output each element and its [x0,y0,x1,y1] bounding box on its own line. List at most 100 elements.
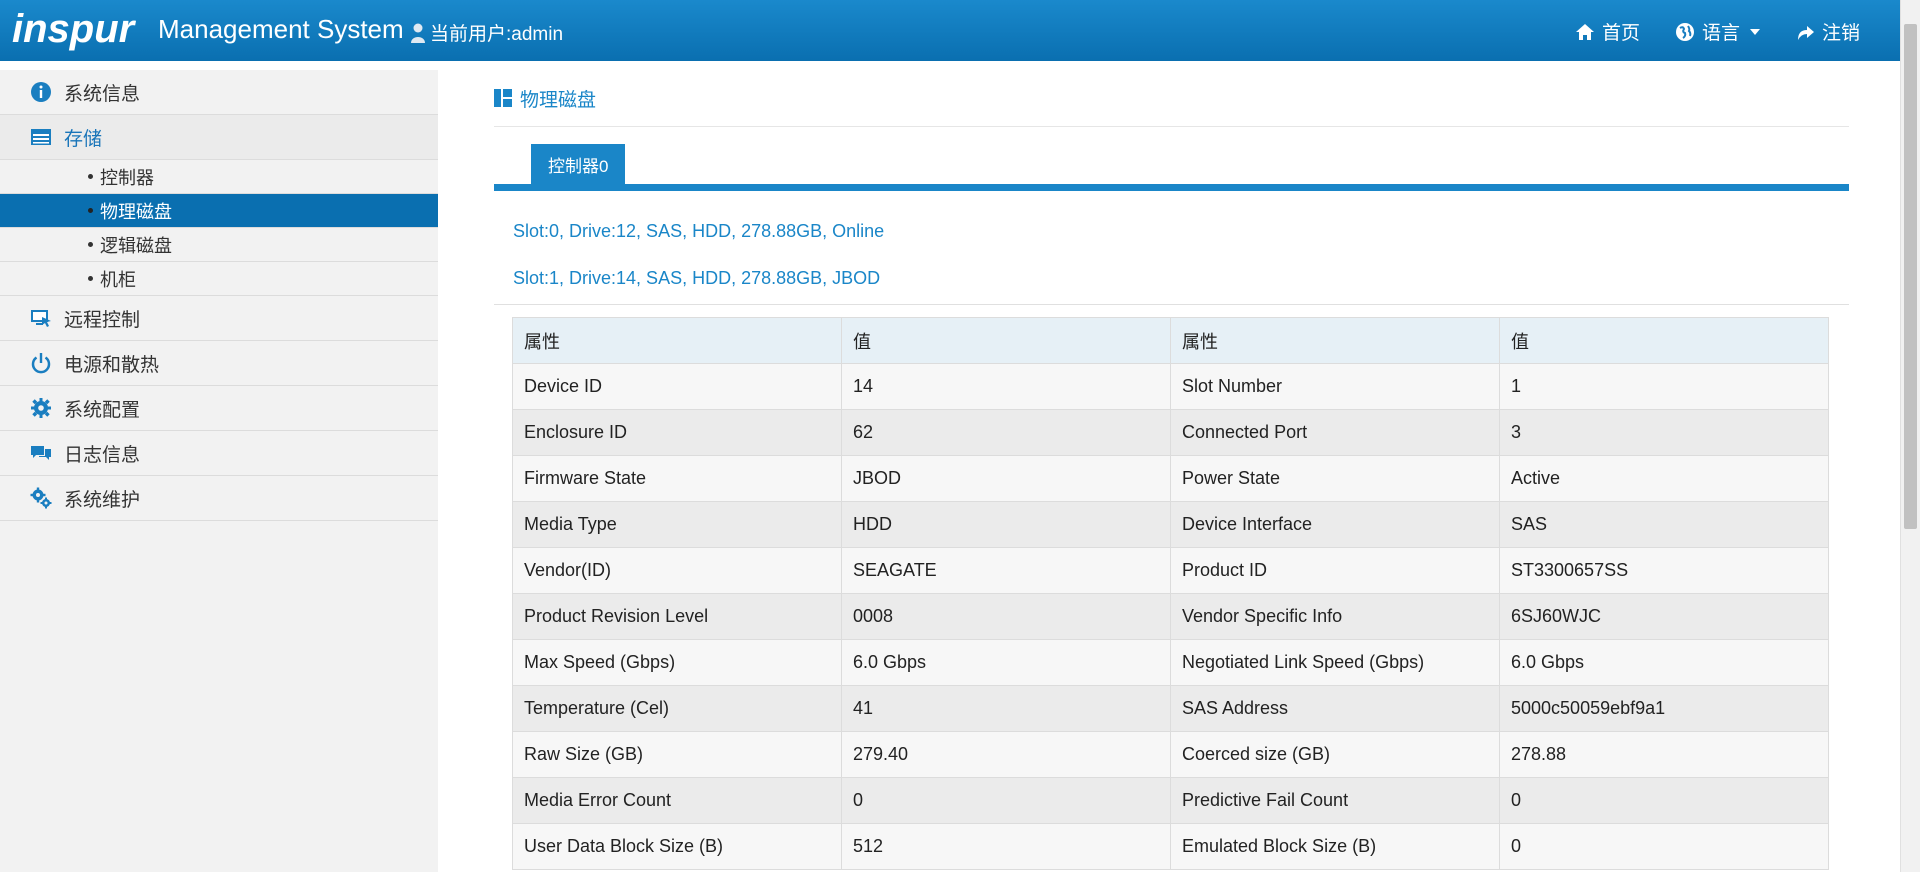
logout-icon [1797,25,1814,40]
drive-link-slot-0[interactable]: Slot:0, Drive:12, SAS, HDD, 278.88GB, On… [513,221,1849,241]
attribute-cell: Device ID [512,363,842,410]
table-row: Enclosure ID 62 Connected Port 3 [512,409,1829,456]
table-header-row: 属性 值 属性 值 [512,317,1829,364]
page-title-label: 物理磁盘 [520,89,597,111]
column-header-attribute: 属性 [1170,317,1500,364]
attribute-cell: Negotiated Link Speed (Gbps) [1170,639,1500,686]
attribute-cell: Media Type [512,501,842,548]
sidebar-item-power-cooling[interactable]: 电源和散热 [0,341,438,386]
top-nav: 首页 语言 注销 [1574,18,1860,45]
value-cell: 6.0 Gbps [841,639,1171,686]
sidebar-subitem-label: 机柜 [100,269,136,290]
value-cell: ST3300657SS [1499,547,1829,594]
value-cell: 41 [841,685,1171,732]
value-cell: 6.0 Gbps [1499,639,1829,686]
attribute-cell: Vendor Specific Info [1170,593,1500,640]
chat-icon [30,442,52,464]
svg-text:inspur: inspur [12,7,137,51]
disk-properties-table: 属性 值 属性 值 Device ID 14 Slot Number 1 Enc… [512,317,1829,870]
gear-icon [30,397,52,419]
value-cell: 278.88 [1499,731,1829,778]
table-row: Vendor(ID) SEAGATE Product ID ST3300657S… [512,547,1829,594]
sidebar-item-label: 电源和散热 [64,354,160,376]
current-user: 当前用户:admin [410,19,563,46]
sidebar-item-logs[interactable]: 日志信息 [0,431,438,476]
remote-control-icon [30,307,52,329]
column-header-attribute: 属性 [512,317,842,364]
attribute-cell: Max Speed (Gbps) [512,639,842,686]
sidebar-item-label: 系统维护 [64,489,141,511]
sidebar-item-remote-control[interactable]: 远程控制 [0,296,438,341]
attribute-cell: Product ID [1170,547,1500,594]
bullet-icon [88,174,93,179]
value-cell: 6SJ60WJC [1499,593,1829,640]
attribute-cell: Product Revision Level [512,593,842,640]
sidebar-item-label: 远程控制 [64,309,141,331]
top-header: inspur Management System 当前用户:admin 首页 语… [0,0,1900,61]
nav-home[interactable]: 首页 [1574,18,1640,45]
value-cell: 62 [841,409,1171,456]
globe-icon [1675,22,1694,41]
value-cell: 0008 [841,593,1171,640]
sidebar-subitem-logical-disk[interactable]: 逻辑磁盘 [0,228,438,262]
value-cell: 0 [841,777,1171,824]
sidebar: 系统信息 存储 控制器 物理磁盘 逻辑磁盘 机柜 远程控制 电源和散热 系统配置… [0,70,438,872]
value-cell: 1 [1499,363,1829,410]
sidebar-subitem-label: 物理磁盘 [100,201,172,222]
sidebar-subitem-controller[interactable]: 控制器 [0,160,438,194]
drive-link-slot-1[interactable]: Slot:1, Drive:14, SAS, HDD, 278.88GB, JB… [513,268,1849,288]
table-row: Product Revision Level 0008 Vendor Speci… [512,593,1829,640]
bullet-icon [88,242,93,247]
sidebar-item-label: 系统配置 [64,399,141,421]
column-header-value: 值 [841,317,1171,364]
sidebar-item-label: 系统信息 [64,83,141,105]
value-cell: 3 [1499,409,1829,456]
sidebar-subitem-physical-disk[interactable]: 物理磁盘 [0,194,438,228]
page-title: 物理磁盘 [494,70,1849,127]
value-cell: 0 [1499,823,1829,870]
nav-logout-label: 注销 [1821,23,1860,44]
page-scrollbar[interactable] [1900,0,1920,872]
dashboard-icon [494,89,512,107]
value-cell: SAS [1499,501,1829,548]
sidebar-item-system-config[interactable]: 系统配置 [0,386,438,431]
sidebar-item-maintenance[interactable]: 系统维护 [0,476,438,521]
column-header-value: 值 [1499,317,1829,364]
sidebar-subitem-enclosure[interactable]: 机柜 [0,262,438,296]
value-cell: SEAGATE [841,547,1171,594]
main-content: 物理磁盘 控制器0 Slot:0, Drive:12, SAS, HDD, 27… [494,70,1849,870]
controller-tabs: 控制器0 [494,127,1849,191]
nav-language-label: 语言 [1701,23,1740,44]
nav-language[interactable]: 语言 [1674,18,1760,45]
tab-controller-0[interactable]: 控制器0 [531,144,626,184]
inspur-logo: inspur [12,7,137,51]
value-cell: HDD [841,501,1171,548]
table-row: User Data Block Size (B) 512 Emulated Bl… [512,823,1829,870]
app-title: Management System [158,14,404,44]
sidebar-item-system-info[interactable]: 系统信息 [0,70,438,115]
attribute-cell: Temperature (Cel) [512,685,842,732]
attribute-cell: Slot Number [1170,363,1500,410]
attribute-cell: Emulated Block Size (B) [1170,823,1500,870]
table-row: Max Speed (Gbps) 6.0 Gbps Negotiated Lin… [512,639,1829,686]
attribute-cell: Firmware State [512,455,842,502]
attribute-cell: Coerced size (GB) [1170,731,1500,778]
gears-icon [30,487,52,509]
attribute-cell: Vendor(ID) [512,547,842,594]
bullet-icon [88,276,93,281]
sidebar-item-label: 存储 [64,128,103,150]
sidebar-item-storage[interactable]: 存储 [0,115,438,160]
attribute-cell: Enclosure ID [512,409,842,456]
sidebar-item-label: 日志信息 [64,444,141,466]
value-cell: JBOD [841,455,1171,502]
nav-logout[interactable]: 注销 [1794,18,1860,45]
home-icon [1575,23,1594,40]
attribute-cell: Raw Size (GB) [512,731,842,778]
value-cell: 5000c50059ebf9a1 [1499,685,1829,732]
scrollbar-thumb[interactable] [1904,24,1917,529]
value-cell: 14 [841,363,1171,410]
attribute-cell: Media Error Count [512,777,842,824]
attribute-cell: Connected Port [1170,409,1500,456]
current-user-label: 当前用户:admin [430,24,564,45]
value-cell: 0 [1499,777,1829,824]
